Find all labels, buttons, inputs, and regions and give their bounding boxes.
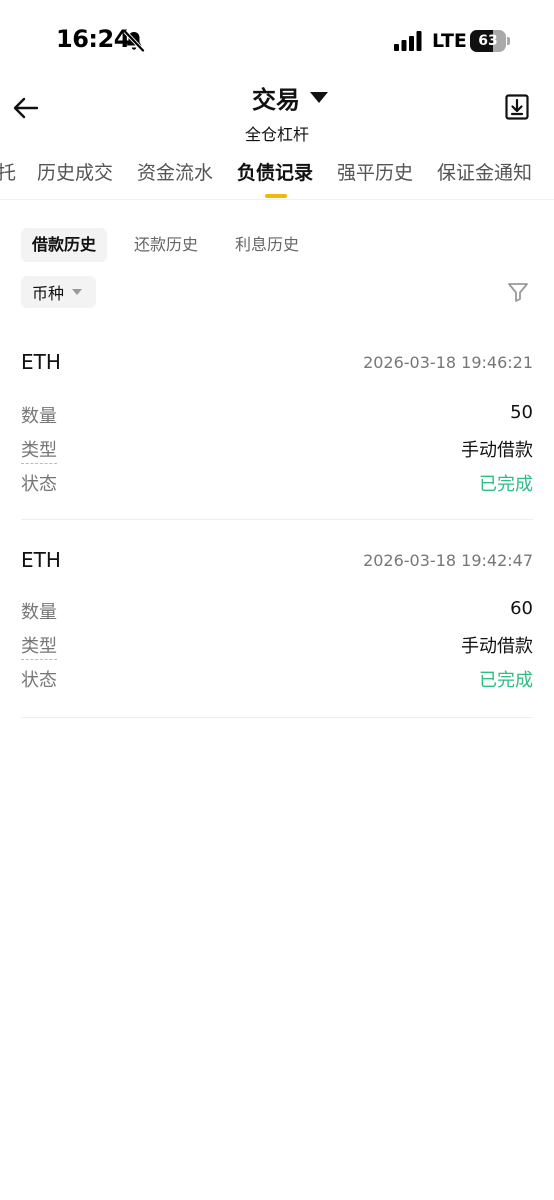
- status-label: 状态: [21, 670, 57, 691]
- subtab-repay-history[interactable]: 还款历史: [123, 228, 209, 262]
- record-coin: ETH: [21, 350, 61, 374]
- download-icon: [505, 94, 529, 120]
- record-status: 已完成: [479, 474, 533, 495]
- tab-bar: 托 历史成交 资金流水 负债记录 强平历史 保证金通知: [0, 140, 554, 200]
- signal-icon: [394, 31, 422, 51]
- record-time: 2026-03-18 19:42:47: [363, 551, 533, 570]
- status-label: 状态: [21, 474, 57, 495]
- status-bar: 16:24 LTE 63: [0, 0, 554, 80]
- currency-filter-label: 币种: [32, 284, 65, 303]
- type-label[interactable]: 类型: [21, 436, 57, 464]
- record-coin: ETH: [21, 548, 61, 572]
- record-item: ETH 2026-03-18 19:42:47 数量 60 类型 手动借款 状态…: [21, 548, 533, 718]
- battery-icon: 63: [470, 30, 510, 52]
- title-dropdown[interactable]: 交易: [252, 80, 328, 115]
- tab-indicator: [265, 194, 287, 198]
- caret-down-icon: [72, 289, 83, 295]
- filter-funnel-icon[interactable]: [506, 280, 530, 304]
- header: 交易 全仓杠杆: [0, 80, 554, 144]
- divider: [21, 717, 533, 718]
- status-time: 16:24: [56, 25, 130, 53]
- record-type: 手动借款: [461, 636, 533, 657]
- caret-down-icon: [310, 92, 328, 103]
- tab-liability-records[interactable]: 负债记录: [237, 158, 313, 185]
- tab-liquidation-history[interactable]: 强平历史: [337, 158, 413, 185]
- bell-muted-icon: [123, 30, 145, 52]
- divider: [21, 519, 533, 520]
- subtab-borrow-history[interactable]: 借款历史: [21, 228, 108, 262]
- download-button[interactable]: [502, 92, 532, 122]
- tab-fund-flow[interactable]: 资金流水: [137, 158, 213, 185]
- record-amount: 60: [510, 598, 533, 619]
- tab-margin-notice[interactable]: 保证金通知: [437, 158, 532, 185]
- amount-label: 数量: [21, 602, 57, 623]
- record-type: 手动借款: [461, 440, 533, 461]
- type-label[interactable]: 类型: [21, 632, 57, 660]
- subtab-interest-history[interactable]: 利息历史: [224, 228, 310, 262]
- amount-label: 数量: [21, 406, 57, 427]
- currency-filter[interactable]: 币种: [21, 276, 97, 308]
- tab-trade-history[interactable]: 历史成交: [37, 158, 113, 185]
- record-time: 2026-03-18 19:46:21: [363, 353, 533, 372]
- network-type: LTE: [432, 30, 467, 52]
- page-title: 交易: [252, 86, 300, 114]
- tab-orders[interactable]: 托: [0, 158, 16, 185]
- record-amount: 50: [510, 402, 533, 423]
- record-status: 已完成: [479, 670, 533, 691]
- battery-level: 63: [478, 33, 498, 49]
- record-item: ETH 2026-03-18 19:46:21 数量 50 类型 手动借款 状态…: [21, 350, 533, 520]
